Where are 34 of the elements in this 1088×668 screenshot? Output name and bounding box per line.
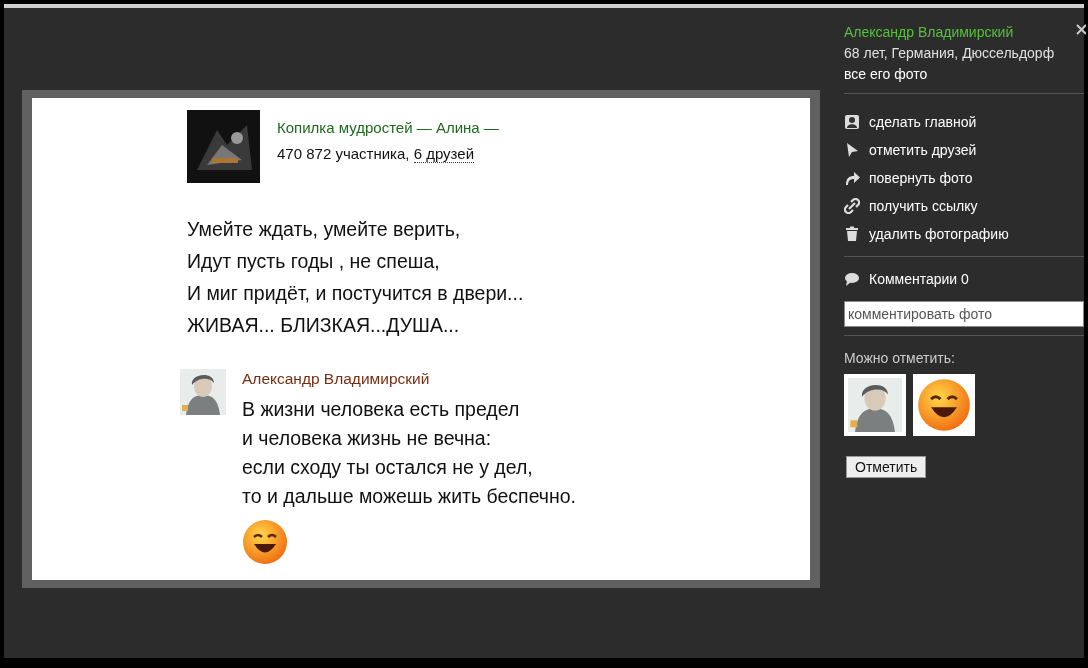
all-photos-link[interactable]: все его фото [844, 64, 1084, 85]
link-icon [844, 198, 860, 214]
comment-line: то и дальше можешь жить беспечно. [242, 484, 577, 509]
portrait-icon [844, 114, 860, 130]
smiley-icon [242, 519, 288, 565]
tag-title: Можно отметить: [844, 350, 956, 366]
comment-line: если сходу ты остался не у дел, [242, 455, 534, 480]
action-link[interactable]: отметить друзей [869, 142, 977, 158]
action-link[interactable]: повернуть фото [869, 170, 973, 186]
poem-line: ЖИВАЯ... БЛИЗКАЯ...ДУША... [187, 313, 461, 338]
poem-line: Умейте ждать, умейте верить, [187, 217, 462, 242]
close-icon[interactable] [1076, 24, 1086, 36]
poem-line: И миг придёт, и постучится в двери... [187, 281, 525, 306]
member-count: 470 872 участника, [277, 145, 411, 162]
avatar [180, 369, 226, 415]
comment-line: В жизни человека есть предел [242, 397, 521, 422]
trash-icon [844, 226, 860, 242]
comment-field[interactable]: комментировать фото [844, 301, 1084, 327]
comment-author: Александр Владимирский [242, 369, 431, 389]
action-link[interactable]: удалить фотографию [869, 226, 1009, 242]
comment-line: и человека жизнь не вечна: [242, 426, 493, 451]
author-name[interactable]: Александр Владимирский [844, 22, 1084, 43]
group-title: Копилка мудростей — Алина — [277, 118, 499, 138]
cursor-icon [844, 142, 860, 158]
action-link[interactable]: получить ссылку [869, 198, 978, 214]
smiley-icon [917, 378, 971, 432]
author-details: 68 лет, Германия, Дюссельдорф [844, 44, 1056, 63]
speech-bubble-icon [844, 271, 860, 287]
avatar [848, 378, 902, 432]
comments-count[interactable]: Комментарии 0 [869, 271, 969, 287]
action-link[interactable]: сделать главной [869, 114, 977, 130]
poem-line: Идут пусть годы , не спеша, [187, 249, 441, 274]
curved-arrow-icon [844, 170, 860, 186]
tag-button[interactable]: Отметить [846, 456, 927, 478]
